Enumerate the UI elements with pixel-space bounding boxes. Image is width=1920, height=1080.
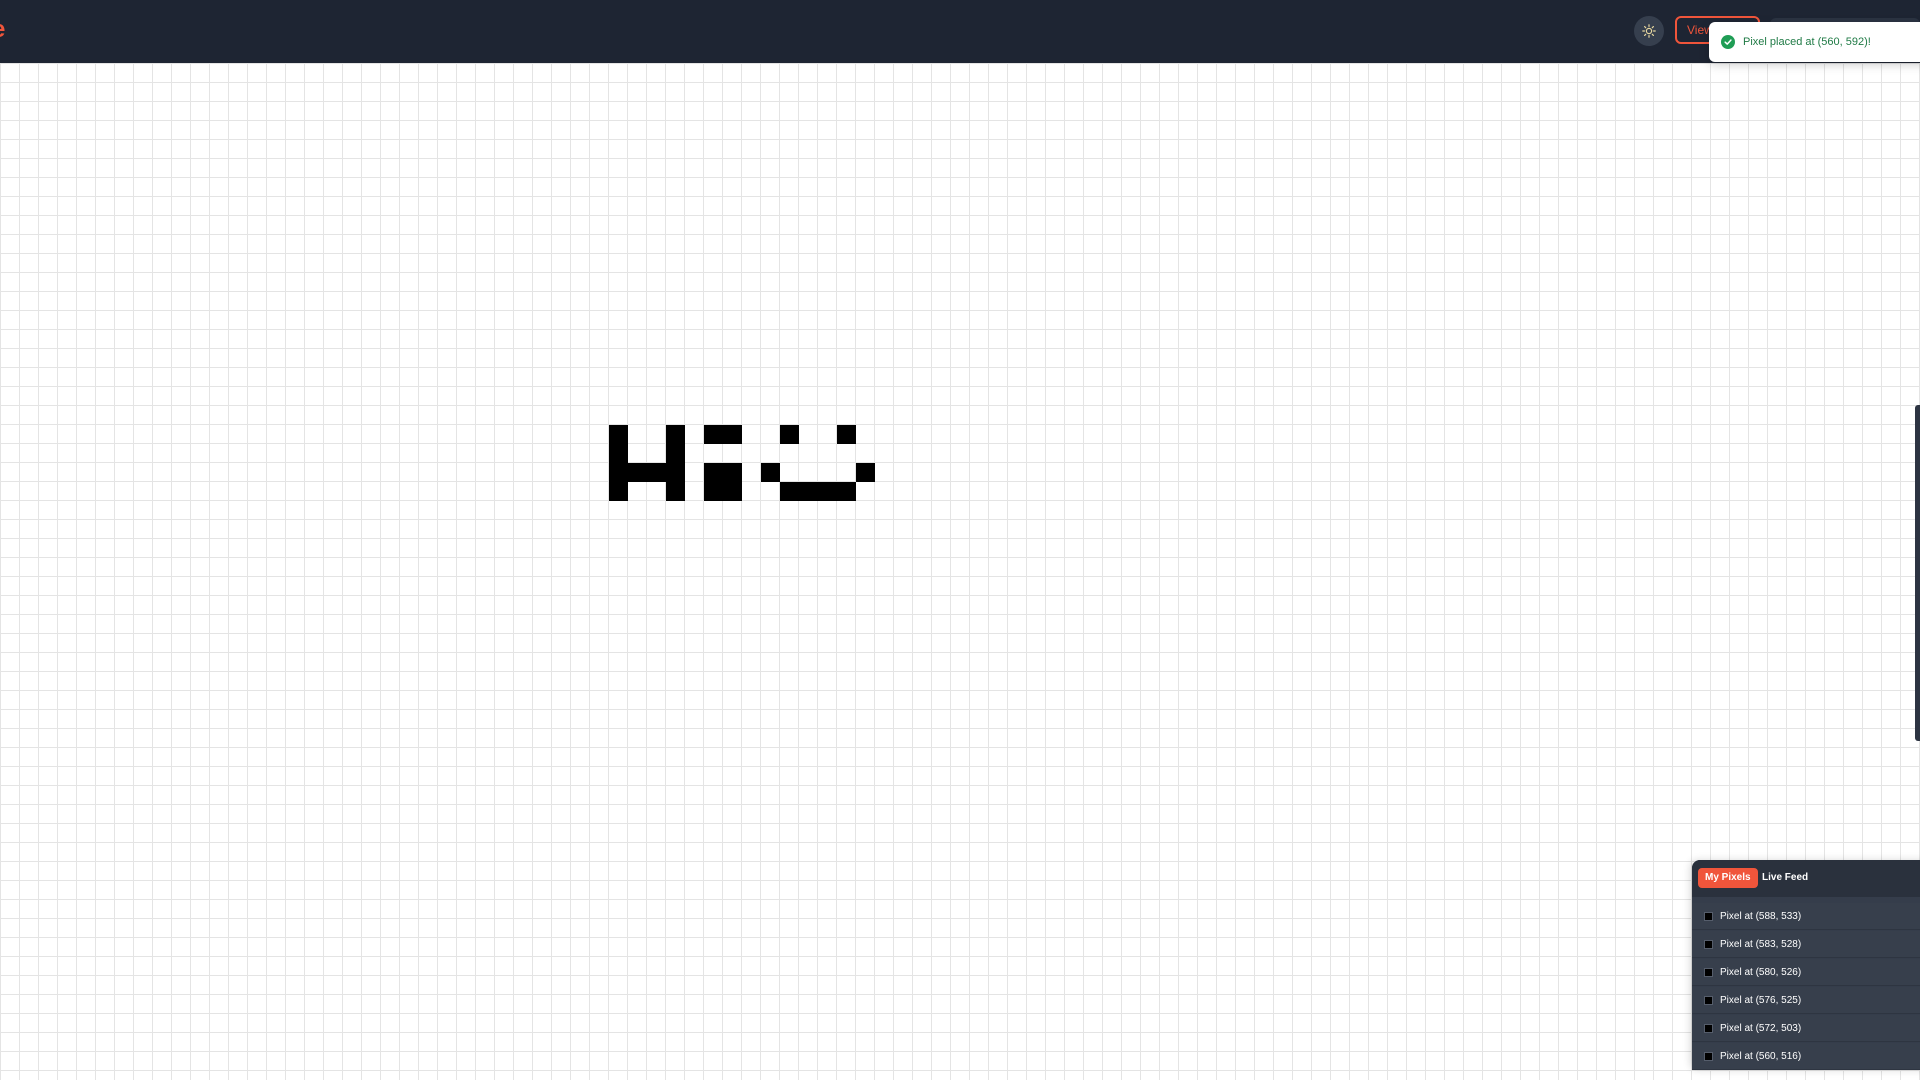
color-swatch <box>1704 1052 1713 1061</box>
app-root: e View <box>0 0 1920 1080</box>
canvas-pixel[interactable] <box>666 444 685 463</box>
canvas-pixel[interactable] <box>609 482 628 501</box>
sun-icon <box>1642 24 1656 38</box>
canvas-pixel[interactable] <box>647 463 666 482</box>
check-circle-icon <box>1721 35 1735 49</box>
list-item[interactable]: Pixel at (576, 525) <box>1692 987 1920 1014</box>
color-swatch <box>1704 968 1713 977</box>
canvas-pixel[interactable] <box>837 482 856 501</box>
pixel-entry-label: Pixel at (580, 526) <box>1720 967 1802 978</box>
side-panel-handle[interactable] <box>1915 405 1920 741</box>
pixel-list: Pixel at (588, 533) Pixel at (583, 528) … <box>1692 903 1920 1071</box>
canvas-pixel[interactable] <box>723 425 742 444</box>
canvas-pixel[interactable] <box>704 482 723 501</box>
canvas-pixel[interactable] <box>723 463 742 482</box>
color-swatch <box>1704 1024 1713 1033</box>
canvas-pixel[interactable] <box>780 425 799 444</box>
list-item[interactable]: Pixel at (572, 503) <box>1692 1015 1920 1042</box>
list-item[interactable]: Pixel at (583, 528) <box>1692 931 1920 958</box>
list-item[interactable]: Pixel at (588, 533) <box>1692 903 1920 930</box>
canvas-pixel[interactable] <box>666 425 685 444</box>
list-item[interactable]: Pixel at (580, 526) <box>1692 959 1920 986</box>
canvas-pixel[interactable] <box>666 482 685 501</box>
pixel-entry-label: Pixel at (576, 525) <box>1720 995 1802 1006</box>
color-swatch <box>1704 996 1713 1005</box>
list-item[interactable]: Pixel at (560, 516) <box>1692 1043 1920 1070</box>
canvas-pixel[interactable] <box>666 463 685 482</box>
panel-tabs: My Pixels Live Feed <box>1692 860 1920 897</box>
theme-toggle-button[interactable] <box>1634 16 1664 46</box>
canvas-pixel[interactable] <box>704 463 723 482</box>
tab-live-feed[interactable]: Live Feed <box>1762 868 1808 888</box>
canvas-pixel[interactable] <box>609 463 628 482</box>
canvas-pixel[interactable] <box>609 425 628 444</box>
pixel-entry-label: Pixel at (560, 516) <box>1720 1051 1802 1062</box>
pixel-history-panel: My Pixels Live Feed Pixel at (588, 533) … <box>1692 860 1920 1070</box>
canvas-pixel[interactable] <box>818 482 837 501</box>
tab-my-pixels[interactable]: My Pixels <box>1698 868 1758 888</box>
pixel-entry-label: Pixel at (572, 503) <box>1720 1023 1802 1034</box>
canvas-pixel[interactable] <box>628 463 647 482</box>
canvas-pixel[interactable] <box>799 482 818 501</box>
pixel-entry-label: Pixel at (588, 533) <box>1720 911 1802 922</box>
canvas-pixel[interactable] <box>780 482 799 501</box>
toast-message: Pixel placed at (560, 592)! <box>1743 36 1871 48</box>
canvas-pixel[interactable] <box>761 463 780 482</box>
brand-logo-text[interactable]: e <box>0 16 5 44</box>
canvas-pixel[interactable] <box>723 482 742 501</box>
canvas-pixel[interactable] <box>837 425 856 444</box>
canvas-pixel[interactable] <box>856 463 875 482</box>
color-swatch <box>1704 940 1713 949</box>
pixel-entry-label: Pixel at (583, 528) <box>1720 939 1802 950</box>
top-bar: e View <box>0 0 1920 63</box>
color-swatch <box>1704 912 1713 921</box>
canvas-pixel[interactable] <box>704 425 723 444</box>
pixel-canvas[interactable] <box>0 63 1920 1080</box>
canvas-pixel[interactable] <box>609 444 628 463</box>
success-toast: Pixel placed at (560, 592)! <box>1709 22 1920 62</box>
